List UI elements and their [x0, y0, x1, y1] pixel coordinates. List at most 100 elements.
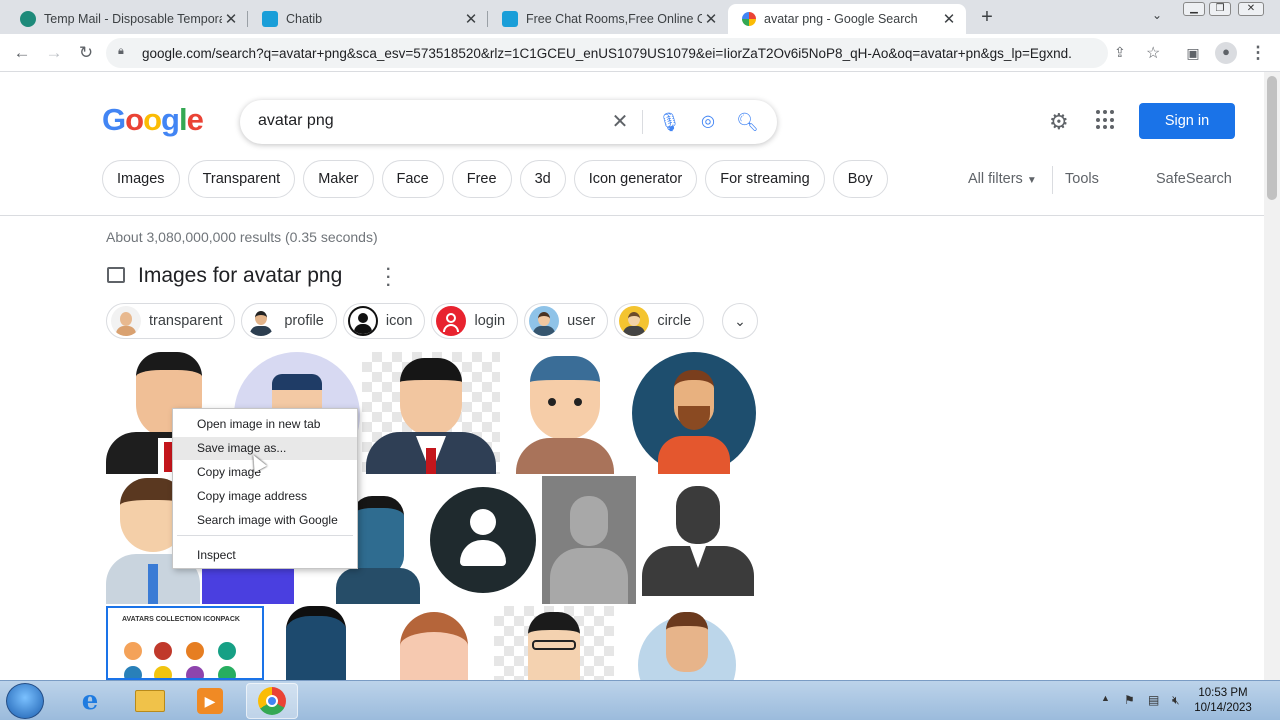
- menu-copy-image-address[interactable]: Copy image address: [173, 485, 357, 508]
- menu-save-image-as[interactable]: Save image as...: [173, 437, 357, 460]
- windows-taskbar: e ▶ ▲ ⚑ ▤ 🔇︎ 10:53 PM 10/14/2023: [0, 680, 1280, 720]
- result-image[interactable]: [638, 476, 758, 604]
- clock-time: 10:53 PM: [1198, 687, 1248, 699]
- close-tab-icon[interactable]: ✕: [462, 10, 480, 28]
- page-scrollbar[interactable]: [1264, 72, 1280, 680]
- restore-icon[interactable]: ❐: [1209, 2, 1231, 16]
- google-logo[interactable]: Google: [102, 102, 204, 138]
- images-section-title[interactable]: Images for avatar png: [138, 264, 342, 288]
- menu-inspect[interactable]: Inspect: [173, 544, 357, 567]
- tab-free-chat-rooms[interactable]: Free Chat Rooms,Free Online Ch ✕: [488, 4, 728, 34]
- taskbar-clock[interactable]: 10:53 PM 10/14/2023: [1188, 686, 1258, 716]
- result-image[interactable]: [266, 606, 372, 680]
- result-image[interactable]: [374, 606, 492, 680]
- chip-3d[interactable]: 3d: [519, 160, 566, 198]
- chip-free[interactable]: Free: [451, 160, 512, 198]
- result-image[interactable]: [502, 352, 628, 474]
- scrollbar-thumb[interactable]: [1267, 76, 1277, 200]
- forward-arrow-icon[interactable]: →: [44, 43, 64, 63]
- refine-chip-label: transparent: [149, 313, 223, 329]
- chip-maker[interactable]: Maker: [303, 160, 374, 198]
- search-input[interactable]: avatar png: [258, 112, 334, 130]
- result-image[interactable]: [542, 476, 636, 604]
- refine-thumb-transparent: [111, 306, 141, 336]
- close-tab-icon[interactable]: ✕: [702, 10, 720, 28]
- chip-boy[interactable]: Boy: [832, 160, 888, 198]
- expand-chevron-icon[interactable]: ⌄: [722, 303, 758, 339]
- filter-chips: Images Transparent Maker Face Free 3d Ic…: [102, 160, 888, 198]
- google-apps-icon[interactable]: [1096, 110, 1116, 130]
- side-panel-icon[interactable]: ▣: [1183, 43, 1203, 63]
- result-image[interactable]: [494, 606, 614, 680]
- close-window-icon[interactable]: ✕: [1238, 2, 1264, 16]
- address-bar[interactable]: 🔒︎ google.com/search?q=avatar+png&sca_es…: [106, 38, 1160, 68]
- lens-camera-icon[interactable]: ◎: [697, 111, 719, 133]
- tab-search-chevron-icon[interactable]: ⌄: [1152, 8, 1162, 22]
- refine-chip-profile[interactable]: profile: [241, 303, 337, 339]
- share-icon[interactable]: ⇪: [1114, 44, 1126, 61]
- refine-chip-label: login: [474, 313, 506, 329]
- refine-thumb-login: [436, 306, 467, 336]
- more-options-icon[interactable]: · · ·: [386, 262, 391, 294]
- google-results-page: Google avatar png ✕ 🎙︎ ◎ 🔍︎ ⚙ Sign in Im…: [0, 72, 1264, 680]
- search-divider: [642, 110, 643, 134]
- close-tab-icon[interactable]: ✕: [222, 10, 240, 28]
- chip-transparent[interactable]: Transparent: [187, 160, 296, 198]
- context-menu: Open image in new tab Save image as... C…: [172, 408, 358, 569]
- result-image[interactable]: [362, 352, 500, 474]
- chrome-taskbar-icon[interactable]: [246, 683, 298, 719]
- tray-expand-icon[interactable]: ▲: [1101, 693, 1110, 703]
- result-image[interactable]: [422, 476, 540, 604]
- search-icon[interactable]: 🔍︎: [736, 111, 759, 133]
- all-filters-button[interactable]: All filters ▼: [968, 171, 1037, 187]
- internet-explorer-icon[interactable]: e: [64, 683, 116, 719]
- clear-search-icon[interactable]: ✕: [609, 111, 631, 133]
- refine-chip-login[interactable]: login: [431, 303, 519, 339]
- safesearch-button[interactable]: SafeSearch: [1156, 171, 1232, 187]
- sign-in-button[interactable]: Sign in: [1139, 103, 1235, 139]
- url-text: google.com/search?q=avatar+png&sca_esv=5…: [142, 46, 1072, 61]
- tab-google-search[interactable]: avatar png - Google Search ✕: [728, 4, 966, 34]
- file-explorer-icon[interactable]: [124, 683, 176, 719]
- chip-for-streaming[interactable]: For streaming: [705, 160, 825, 198]
- minimize-icon[interactable]: ▁: [1183, 2, 1205, 16]
- action-center-flag-icon[interactable]: ⚑: [1124, 693, 1135, 707]
- tab-title: Chatib: [286, 12, 323, 26]
- refine-chip-label: user: [567, 313, 596, 329]
- result-image[interactable]: [616, 606, 758, 680]
- address-toolbar: ← → ↻ 🔒︎ google.com/search?q=avatar+png&…: [0, 34, 1280, 72]
- bookmark-star-icon[interactable]: ☆: [1146, 43, 1160, 63]
- media-player-icon[interactable]: ▶: [184, 683, 236, 719]
- settings-gear-icon[interactable]: ⚙: [1049, 109, 1069, 135]
- refine-chip-user[interactable]: user: [524, 303, 609, 339]
- chip-icon-generator[interactable]: Icon generator: [573, 160, 698, 198]
- new-tab-icon[interactable]: +: [976, 6, 998, 28]
- network-icon[interactable]: ▤: [1148, 693, 1159, 707]
- tab-title: Free Chat Rooms,Free Online Ch: [526, 12, 702, 26]
- tab-temp-mail[interactable]: Temp Mail - Disposable Tempora ✕: [6, 4, 248, 34]
- back-arrow-icon[interactable]: ←: [12, 43, 32, 63]
- tools-button[interactable]: Tools: [1065, 171, 1099, 187]
- refine-chip-transparent[interactable]: transparent: [106, 303, 236, 339]
- reload-icon[interactable]: ↻: [76, 43, 96, 63]
- chip-images[interactable]: Images: [102, 160, 180, 198]
- browser-menu-icon[interactable]: ⋮: [1248, 43, 1268, 63]
- menu-search-image-google[interactable]: Search image with Google: [173, 509, 357, 532]
- refine-chip-icon[interactable]: icon: [342, 303, 426, 339]
- windows-start-icon[interactable]: [6, 683, 44, 719]
- profile-avatar-icon[interactable]: ●: [1215, 42, 1237, 64]
- search-box[interactable]: avatar png ✕ 🎙︎ ◎ 🔍︎: [240, 100, 777, 144]
- menu-open-image-new-tab[interactable]: Open image in new tab: [173, 413, 357, 436]
- browser-tab-bar: Temp Mail - Disposable Tempora ✕ Chatib …: [0, 0, 1280, 34]
- tab-chatib[interactable]: Chatib ✕: [248, 4, 488, 34]
- volume-muted-icon[interactable]: 🔇︎: [1172, 693, 1180, 708]
- result-image[interactable]: AVATARS COLLECTION ICONPACK: [106, 606, 264, 680]
- result-stats: About 3,080,000,000 results (0.35 second…: [106, 229, 378, 245]
- refine-chip-circle[interactable]: circle: [614, 303, 705, 339]
- close-tab-icon[interactable]: ✕: [940, 10, 958, 28]
- chip-face[interactable]: Face: [381, 160, 444, 198]
- result-image[interactable]: [630, 352, 758, 474]
- chat-rooms-favicon-icon: [502, 11, 518, 27]
- refine-thumb-icon: [347, 306, 378, 336]
- voice-search-icon[interactable]: 🎙︎: [658, 111, 681, 133]
